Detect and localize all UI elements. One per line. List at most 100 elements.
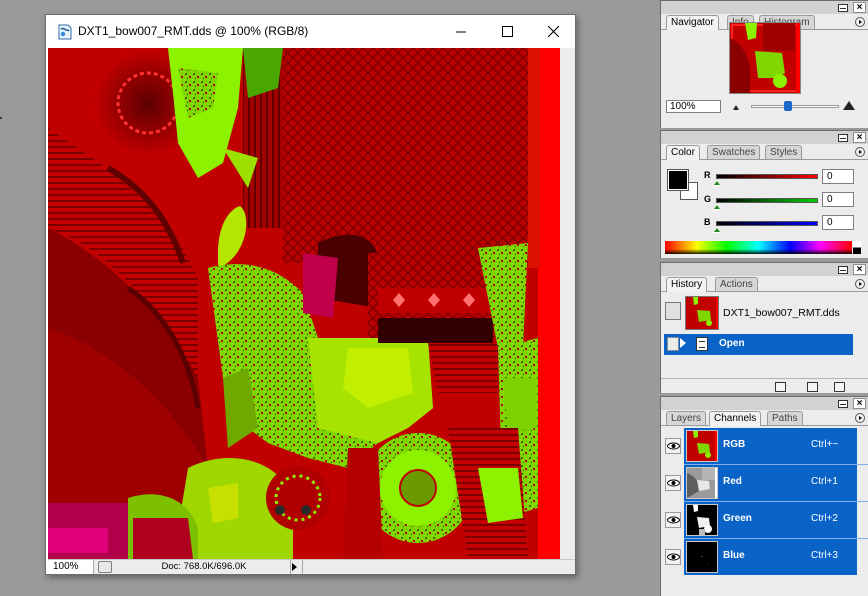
maximize-icon [501,26,513,37]
channel-thumbnail-blue [686,541,718,573]
zoom-slider-thumb[interactable] [784,101,792,111]
zoom-slider-track[interactable] [751,105,839,108]
tab-swatches[interactable]: Swatches [707,145,761,159]
visibility-toggle[interactable] [665,512,681,528]
channel-name-green: Green [723,513,752,524]
document-title: DXT1_bow007_RMT.dds @ 100% (RGB/8) [78,24,309,38]
channel-thumbnail-red [686,467,718,499]
history-bottom-bar [661,378,868,396]
blue-thumbnail-image [687,542,717,572]
status-info-icon[interactable] [98,561,112,573]
tab-layers[interactable]: Layers [666,411,707,425]
history-snapshot-row[interactable]: DXT1_bow007_RMT.dds [661,296,868,330]
close-palette-icon[interactable]: × [853,2,866,13]
red-slider-caret-icon[interactable] [713,180,721,186]
green-slider[interactable] [716,198,818,203]
channel-row-red[interactable]: Red Ctrl+1 [661,465,857,501]
tab-history[interactable]: History [666,277,708,292]
tab-color[interactable]: Color [666,145,700,160]
close-palette-icon[interactable]: × [853,264,866,275]
minimize-palette-icon[interactable] [838,4,848,12]
document-status-bar: 100% Doc: 768.0K/696.0K [48,559,575,574]
channel-shortcut-green: Ctrl+2 [811,513,838,524]
minimize-palette-icon[interactable] [838,134,848,142]
image-canvas[interactable] [48,48,560,559]
color-palette: × Color Swatches Styles R 0 G 0 B 0 [660,130,868,258]
snapshot-thumbnail [685,296,719,330]
close-button[interactable] [530,15,576,48]
green-slider-caret-icon[interactable] [713,204,721,210]
horizontal-scrollbar[interactable] [302,560,575,574]
palette-menu-icon[interactable] [855,17,865,27]
trash-icon[interactable] [834,382,845,392]
foreground-color-swatch[interactable] [667,169,689,191]
palette-titlebar[interactable]: × [661,131,868,144]
close-icon [547,26,559,37]
document-titlebar[interactable]: DXT1_bow007_RMT.dds @ 100% (RGB/8) [46,15,575,48]
maximize-button[interactable] [484,15,530,48]
channel-name-red: Red [723,476,742,487]
palette-menu-icon[interactable] [855,413,865,423]
history-brush-source-checkbox[interactable] [667,337,679,351]
tab-paths[interactable]: Paths [767,411,803,425]
color-spectrum-bar[interactable] [665,241,852,254]
green-thumbnail-image [687,505,717,535]
channel-row-blue[interactable]: Blue Ctrl+3 [661,539,857,575]
minimize-palette-icon[interactable] [838,400,848,408]
history-palette: × History Actions DXT1_bow007_RMT.dds Op… [660,262,868,393]
red-value-field[interactable]: 0 [822,169,854,184]
green-channel-label: G [704,194,712,204]
status-zoom-field[interactable]: 100% [48,560,94,574]
navigator-zoom-field[interactable]: 100% [666,100,721,113]
workspace-edge [0,117,2,119]
eye-icon [667,442,680,450]
palette-titlebar[interactable]: × [661,263,868,276]
zoom-out-icon[interactable] [733,105,739,110]
tab-channels[interactable]: Channels [709,411,762,426]
tab-actions[interactable]: Actions [715,277,758,291]
channel-row-rgb[interactable]: RGB Ctrl+~ [661,428,857,464]
channels-palette: × Layers Channels Paths RGB Ctrl+~ Red C… [660,396,868,596]
status-doc-size: Doc: 768.0K/696.0K [118,560,291,574]
channel-shortcut-blue: Ctrl+3 [811,550,838,561]
minimize-palette-icon[interactable] [838,266,848,274]
blue-slider-caret-icon[interactable] [713,227,721,233]
close-palette-icon[interactable]: × [853,398,866,409]
minimize-button[interactable] [438,15,484,48]
new-document-from-state-icon[interactable] [775,382,786,392]
close-palette-icon[interactable]: × [853,132,866,143]
document-window[interactable]: DXT1_bow007_RMT.dds @ 100% (RGB/8) 100% … [45,14,576,575]
status-menu-arrow-icon[interactable] [292,563,297,571]
channel-thumbnail-green [686,504,718,536]
tab-styles[interactable]: Styles [765,145,803,159]
green-value-field[interactable]: 0 [822,192,854,207]
visibility-toggle[interactable] [665,549,681,565]
texture-image [48,48,560,559]
navigator-preview[interactable] [729,22,801,94]
palette-menu-icon[interactable] [855,279,865,289]
visibility-toggle[interactable] [665,438,681,454]
red-slider[interactable] [716,174,818,179]
visibility-toggle[interactable] [665,475,681,491]
snapshot-source-icon[interactable] [665,302,681,320]
palette-titlebar[interactable]: × [661,1,868,14]
blue-value-field[interactable]: 0 [822,215,854,230]
tab-navigator[interactable]: Navigator [666,15,719,30]
minimize-icon [456,31,466,32]
history-pointer-icon [680,338,686,348]
zoom-in-icon[interactable] [843,101,855,110]
black-white-ramp[interactable] [853,241,861,254]
navigator-thumbnail [730,23,800,93]
channels-tabs: Layers Channels Paths [661,410,868,426]
channel-row-green[interactable]: Green Ctrl+2 [661,502,857,538]
blue-slider[interactable] [716,221,818,226]
blue-channel-label: B [704,217,711,227]
eye-icon [667,516,680,524]
palette-menu-icon[interactable] [855,147,865,157]
vertical-scrollbar[interactable] [560,48,575,559]
palette-titlebar[interactable]: × [661,397,868,410]
new-snapshot-icon[interactable] [807,382,818,392]
eye-icon [667,553,680,561]
history-state-open[interactable]: Open [664,334,853,355]
color-tabs: Color Swatches Styles [661,144,868,160]
